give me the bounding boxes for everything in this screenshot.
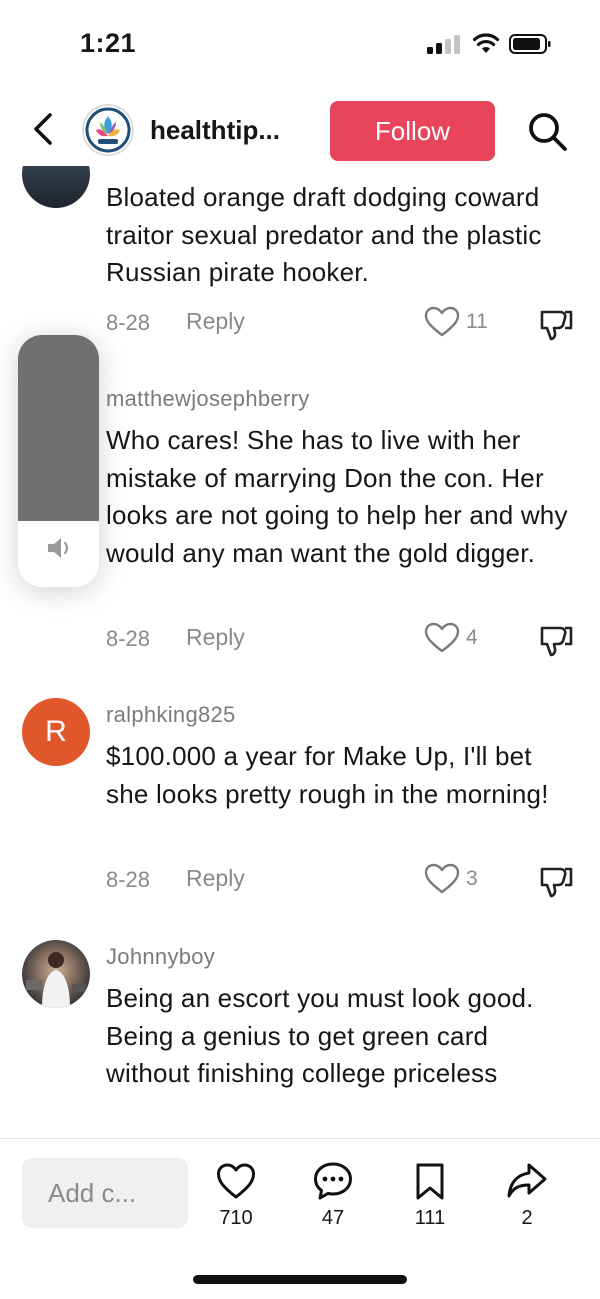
speaker-icon: [48, 538, 68, 558]
reply-button[interactable]: Reply: [186, 308, 245, 335]
home-indicator: [193, 1275, 407, 1284]
thumbs-down-icon[interactable]: [538, 622, 574, 658]
comment-meta: 8-28 Reply 4: [106, 622, 576, 658]
follow-button[interactable]: Follow: [330, 101, 495, 161]
comment-username[interactable]: ralphking825: [106, 702, 236, 728]
cellular-signal-icon: [427, 35, 460, 54]
add-comment-input[interactable]: Add c...: [22, 1158, 188, 1228]
status-bar: 1:21: [0, 0, 600, 90]
like-count: 4: [466, 626, 478, 649]
reply-button[interactable]: Reply: [186, 865, 245, 892]
thumbs-down-icon[interactable]: [538, 306, 574, 342]
comment-text: Bloated orange draft dodging coward trai…: [106, 182, 542, 288]
commenter-avatar[interactable]: R: [22, 698, 90, 766]
like-count: 11: [466, 310, 488, 333]
comment-date: 8-28: [106, 626, 151, 651]
comment-date: 8-28: [106, 867, 151, 892]
commenter-avatar[interactable]: [22, 940, 90, 1008]
comment-date: 8-28: [106, 310, 151, 335]
like-count: 710: [219, 1207, 253, 1229]
like-button[interactable]: 710: [201, 1161, 271, 1231]
comments-list[interactable]: Bloated orange draft dodging coward trai…: [0, 166, 600, 1138]
comment-button[interactable]: 47: [298, 1161, 368, 1231]
battery-icon: [509, 34, 551, 54]
healthy-tips-logo-icon: [85, 107, 131, 153]
volume-indicator[interactable]: [18, 335, 99, 587]
bookmark-count: 111: [414, 1207, 446, 1229]
account-name[interactable]: healthtip...: [150, 115, 280, 146]
comment-meta: 8-28 Reply 3: [106, 863, 576, 899]
bottom-action-bar: Add c... 710 47 111 2: [0, 1138, 600, 1299]
heart-icon[interactable]: [424, 863, 460, 895]
volume-level-fill: [18, 335, 99, 522]
bookmark-button[interactable]: 111: [395, 1161, 465, 1231]
header: healthtip... Follow: [0, 96, 600, 166]
like-count: 3: [466, 867, 478, 890]
account-avatar[interactable]: [82, 104, 134, 156]
avatar-letter: R: [45, 715, 67, 748]
bookmark-icon: [416, 1163, 444, 1200]
heart-icon[interactable]: [424, 306, 460, 338]
wifi-icon: [472, 33, 500, 53]
thumbs-down-icon[interactable]: [538, 863, 574, 899]
comment-text: $100.000 a year for Make Up, I'll bet sh…: [106, 741, 549, 809]
heart-icon[interactable]: [424, 622, 460, 654]
comment-username[interactable]: matthewjosephberry: [106, 386, 310, 412]
reply-button[interactable]: Reply: [186, 624, 245, 651]
comment-meta: 8-28 Reply 11: [106, 306, 576, 342]
search-icon[interactable]: [526, 110, 568, 152]
status-time: 1:21: [80, 28, 137, 58]
commenter-avatar[interactable]: [22, 166, 90, 208]
share-button[interactable]: 2: [492, 1161, 562, 1231]
heart-icon: [217, 1163, 255, 1199]
share-arrow-icon: [507, 1163, 547, 1198]
comment-text: Being an escort you must look good. Bein…: [106, 983, 534, 1089]
avatar-photo: [26, 952, 86, 1008]
comment-count: 47: [321, 1207, 345, 1229]
comment-bubble-icon: [314, 1162, 352, 1200]
comment-text: Who cares! She has to live with her mist…: [106, 425, 568, 568]
back-arrow-icon[interactable]: [28, 112, 58, 146]
share-count: 2: [521, 1207, 533, 1229]
comment-username[interactable]: Johnnyboy: [106, 944, 215, 970]
